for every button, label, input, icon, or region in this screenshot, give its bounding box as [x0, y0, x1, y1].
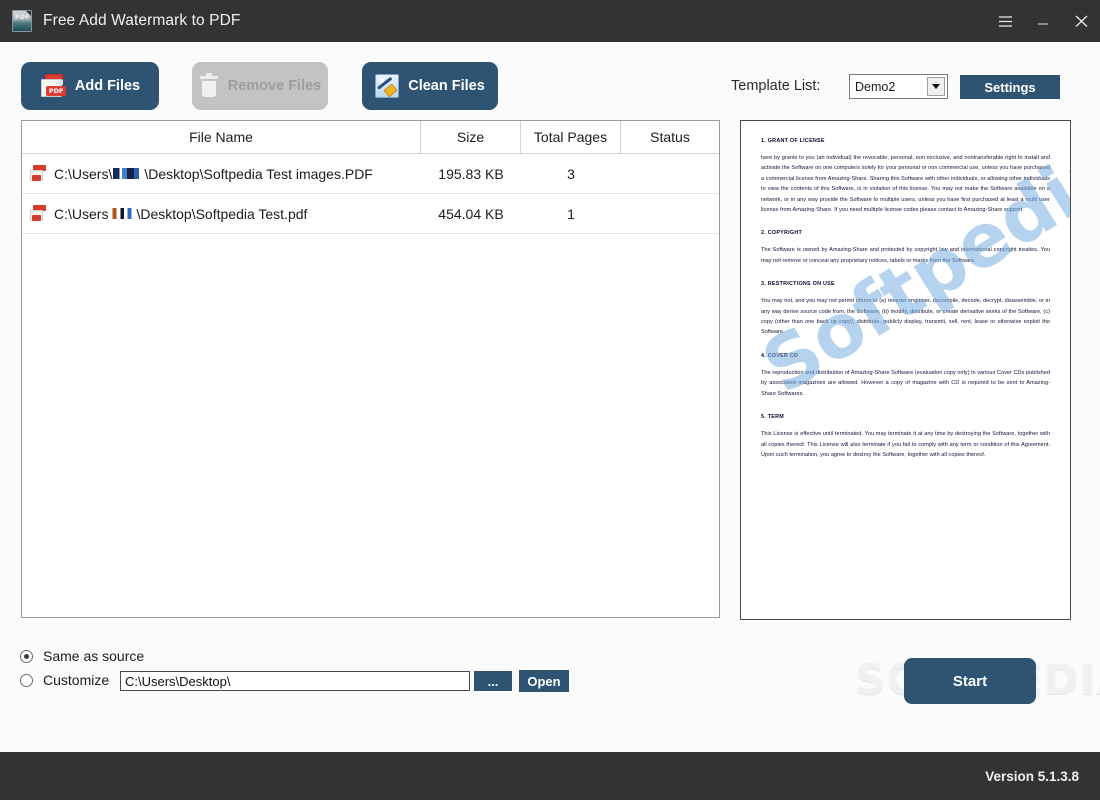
file-list-header: File Name Size Total Pages Status [22, 121, 719, 154]
preview-paragraph: This License is effective until terminat… [761, 429, 1050, 460]
chevron-down-icon[interactable] [927, 77, 945, 96]
remove-files-label: Remove Files [228, 78, 322, 94]
template-select-value: Demo2 [855, 80, 895, 94]
settings-button[interactable]: Settings [960, 75, 1060, 99]
file-name-cell: C:\Users\Desktop\Softpedia Test.pdf [22, 194, 421, 233]
redacted-username [109, 208, 135, 219]
pdf-file-icon [30, 205, 47, 222]
start-button[interactable]: Start [904, 658, 1036, 704]
table-row[interactable]: C:\Users\\Desktop\Softpedia Test images.… [22, 154, 719, 194]
redacted-username [113, 168, 143, 179]
remove-files-button[interactable]: Remove Files [192, 62, 328, 110]
table-row[interactable]: C:\Users\Desktop\Softpedia Test.pdf 454.… [22, 194, 719, 234]
clean-files-label: Clean Files [408, 78, 485, 94]
file-size-cell: 195.83 KB [421, 154, 521, 193]
add-files-button[interactable]: PDF Add Files [21, 62, 159, 110]
pdf-add-icon: PDF [40, 74, 66, 98]
column-header-total-pages[interactable]: Total Pages [521, 121, 621, 153]
preview-paragraph: You may not, and you may not permit othe… [761, 296, 1050, 338]
column-header-file-name[interactable]: File Name [22, 121, 421, 153]
broom-clean-icon [375, 74, 399, 98]
app-icon-badge: PDF [15, 14, 30, 21]
pdf-file-icon [30, 165, 47, 182]
customize-label: Customize [43, 672, 109, 688]
file-path: C:\Users\\Desktop\Softpedia Test images.… [54, 166, 373, 182]
same-as-source-label: Same as source [43, 648, 144, 664]
pdf-preview-page: 1. GRANT OF LICENSE here by grants to yo… [741, 121, 1070, 619]
preview-heading: 1. GRANT OF LICENSE [761, 138, 1050, 144]
preview-paragraph: The reproduction and distribution of Ama… [761, 368, 1050, 399]
preview-paragraph: here by grants to you (an individual) th… [761, 153, 1050, 215]
preview-heading: 5. TERM [761, 414, 1050, 420]
browse-button[interactable]: ... [474, 671, 512, 691]
file-name-cell: C:\Users\\Desktop\Softpedia Test images.… [22, 154, 421, 193]
window-controls [986, 0, 1100, 42]
radio-same-as-source[interactable] [20, 650, 33, 663]
same-as-source-option[interactable]: Same as source [20, 648, 144, 664]
trash-icon [199, 75, 219, 98]
application-window: PDF Free Add Watermark to PDF [0, 0, 1100, 800]
status-bar: Version 5.1.3.8 [0, 752, 1100, 800]
file-pages-cell: 3 [521, 154, 621, 193]
preview-heading: 4. COVER CD [761, 353, 1050, 359]
column-header-status[interactable]: Status [621, 121, 719, 153]
file-status-cell [621, 194, 719, 233]
app-icon: PDF [12, 10, 32, 32]
close-icon[interactable] [1062, 0, 1100, 42]
file-status-cell [621, 154, 719, 193]
file-size-cell: 454.04 KB [421, 194, 521, 233]
preview-heading: 2. COPYRIGHT [761, 230, 1050, 236]
clean-files-button[interactable]: Clean Files [362, 62, 498, 110]
column-header-size[interactable]: Size [421, 121, 521, 153]
file-list-panel[interactable]: File Name Size Total Pages Status C:\Use… [21, 120, 720, 618]
template-select[interactable]: Demo2 [849, 74, 948, 99]
preview-paragraph: The Software is owned by Amazing-Share a… [761, 245, 1050, 266]
title-bar: PDF Free Add Watermark to PDF [0, 0, 1100, 42]
pdf-preview-panel[interactable]: 1. GRANT OF LICENSE here by grants to yo… [740, 120, 1071, 620]
open-folder-button[interactable]: Open [519, 670, 569, 692]
radio-customize[interactable] [20, 674, 33, 687]
minimize-icon[interactable] [1024, 0, 1062, 42]
hamburger-menu-icon[interactable] [986, 0, 1024, 42]
template-list-label: Template List: [731, 78, 820, 94]
file-pages-cell: 1 [521, 194, 621, 233]
customize-option[interactable]: Customize [20, 672, 109, 688]
file-path: C:\Users\Desktop\Softpedia Test.pdf [54, 206, 307, 222]
preview-heading: 3. RESTRICTIONS ON USE [761, 281, 1050, 287]
window-title: Free Add Watermark to PDF [43, 12, 240, 30]
output-path-input[interactable]: C:\Users\Desktop\ [120, 671, 470, 691]
version-label: Version 5.1.3.8 [985, 769, 1079, 784]
add-files-label: Add Files [75, 78, 140, 94]
